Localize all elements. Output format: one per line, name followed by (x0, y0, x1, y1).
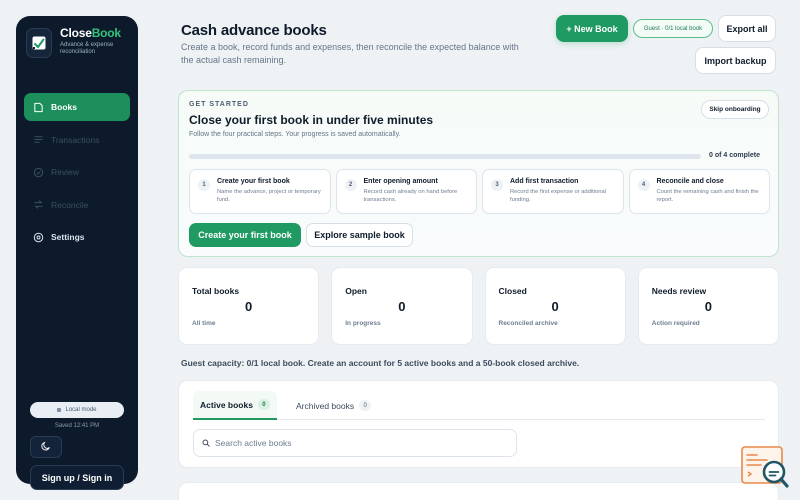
step-description: Record the first expense or additional f… (510, 189, 607, 203)
guest-capacity-note: Guest capacity: 0/1 local book. Create a… (181, 358, 580, 368)
step-number: 2 (344, 179, 357, 191)
stat-caption: In progress (345, 320, 381, 327)
get-started-subtitle: Follow the four practical steps. Your pr… (189, 131, 401, 138)
sidebar-item-label: Review (51, 167, 79, 177)
get-started-card: GET STARTED Close your first book in und… (178, 90, 779, 257)
sidebar-item-label: Reconcile (51, 199, 89, 210)
brand-tagline: Advance & expense reconciliation (60, 42, 114, 55)
explore-sample-book-button[interactable]: Explore sample book (306, 223, 413, 247)
stat-caption: All time (192, 320, 216, 327)
sidebar: CloseBook Advance & expense reconciliati… (16, 16, 138, 490)
stats-row: Total books 0 All time Open 0 In progres… (178, 267, 779, 345)
onboarding-steps: 1 Create your first book Name the advanc… (189, 169, 770, 214)
search-icon (202, 434, 210, 452)
step-title: Enter opening amount (363, 178, 438, 185)
stat-card-open: Open 0 In progress (331, 267, 473, 345)
sidebar-nav: Books Transactions Review Reconcile Sett… (24, 93, 130, 256)
export-all-button[interactable]: Export all (718, 15, 776, 42)
onboarding-step-3[interactable]: 3 Add first transaction Record the first… (482, 169, 624, 214)
stat-value: 0 (704, 299, 712, 314)
moon-icon (41, 438, 51, 456)
new-book-button[interactable]: + New Book (556, 15, 628, 42)
book-icon (32, 101, 44, 113)
step-title: Create your first book (217, 178, 290, 185)
brand-name: CloseBook (60, 26, 121, 40)
stat-label: Needs review (651, 286, 707, 296)
swap-icon (32, 199, 44, 211)
skip-onboarding-button[interactable]: Skip onboarding (701, 100, 769, 119)
search-input[interactable] (215, 438, 495, 448)
sidebar-item-settings[interactable]: Settings (24, 223, 130, 251)
import-backup-button[interactable]: Import backup (695, 47, 776, 74)
sidebar-item-books[interactable]: Books (24, 93, 130, 121)
sidebar-item-transactions[interactable]: Transactions (24, 126, 130, 154)
step-number: 3 (491, 179, 503, 191)
page-subtitle: Create a book, record funds and expenses… (181, 42, 519, 65)
stat-card-closed: Closed 0 Reconciled archive (484, 267, 626, 345)
guest-badge: Guest · 0/1 local book (633, 19, 713, 38)
brand[interactable]: CloseBook Advance & expense reconciliati… (26, 26, 130, 74)
stat-value: 0 (398, 299, 406, 314)
books-panel: Active books 0 Archived books 0 (178, 380, 779, 468)
sidebar-item-label: Books (51, 102, 77, 112)
stat-caption: Reconciled archive (498, 320, 558, 327)
step-title: Reconcile and close (656, 178, 724, 185)
status-dot-icon (57, 408, 62, 412)
stat-label: Closed (498, 286, 527, 296)
stat-card-needs-review: Needs review 0 Action required (637, 267, 779, 345)
sidebar-item-reconcile[interactable]: Reconcile (24, 191, 130, 219)
onboarding-progress-text: 0 of 4 complete (709, 152, 760, 159)
onboarding-progress-bar (189, 154, 701, 159)
theme-toggle-button[interactable] (30, 436, 62, 458)
step-description: Record cash already on hand before trans… (363, 189, 458, 203)
step-number: 1 (198, 179, 210, 191)
signin-button[interactable]: Sign up / Sign in (30, 465, 124, 490)
stat-label: Total books (192, 286, 240, 296)
tab-label: Archived books (296, 400, 355, 411)
create-first-book-button[interactable]: Create your first book (189, 223, 301, 247)
sidebar-item-review[interactable]: Review (24, 158, 130, 186)
books-tabs: Active books 0 Archived books 0 (193, 391, 765, 420)
sidebar-item-label: Settings (51, 232, 85, 242)
get-started-eyebrow: GET STARTED (189, 101, 249, 108)
stat-value: 0 (245, 299, 253, 314)
stat-value: 0 (551, 299, 559, 314)
tab-count-badge: 0 (359, 400, 372, 411)
step-title: Add first transaction (510, 178, 579, 185)
onboarding-step-1[interactable]: 1 Create your first book Name the advanc… (189, 169, 331, 214)
book-list-card (178, 482, 779, 500)
tab-archived-books[interactable]: Archived books 0 (296, 391, 372, 420)
step-number: 4 (637, 179, 650, 191)
gear-icon (32, 231, 44, 243)
check-chart-icon (26, 28, 52, 58)
onboarding-step-4[interactable]: 4 Reconcile and close Count the remainin… (628, 169, 770, 214)
step-description: Name the advance, project or temporary f… (217, 189, 321, 203)
tab-active-books[interactable]: Active books 0 (193, 391, 277, 420)
stat-label: Open (345, 286, 367, 296)
local-mode-badge: Local mode (30, 402, 124, 418)
transactions-icon (32, 134, 44, 146)
stat-caption: Action required (651, 320, 700, 327)
step-description: Count the remaining cash and finish the … (656, 189, 759, 203)
page-title: Cash advance books (181, 22, 327, 39)
search-box (193, 429, 517, 457)
tab-label: Active books (200, 399, 253, 410)
check-circle-icon (32, 166, 44, 178)
tab-count-badge: 0 (257, 399, 270, 410)
sidebar-item-label: Transactions (51, 134, 100, 145)
help-search-icon[interactable] (741, 446, 791, 490)
get-started-title: Close your first book in under five minu… (189, 113, 434, 127)
saved-timestamp: Saved 12:41 PM (54, 423, 100, 429)
onboarding-step-2[interactable]: 2 Enter opening amount Record cash alrea… (335, 169, 477, 214)
stat-card-total-books: Total books 0 All time (178, 267, 320, 345)
